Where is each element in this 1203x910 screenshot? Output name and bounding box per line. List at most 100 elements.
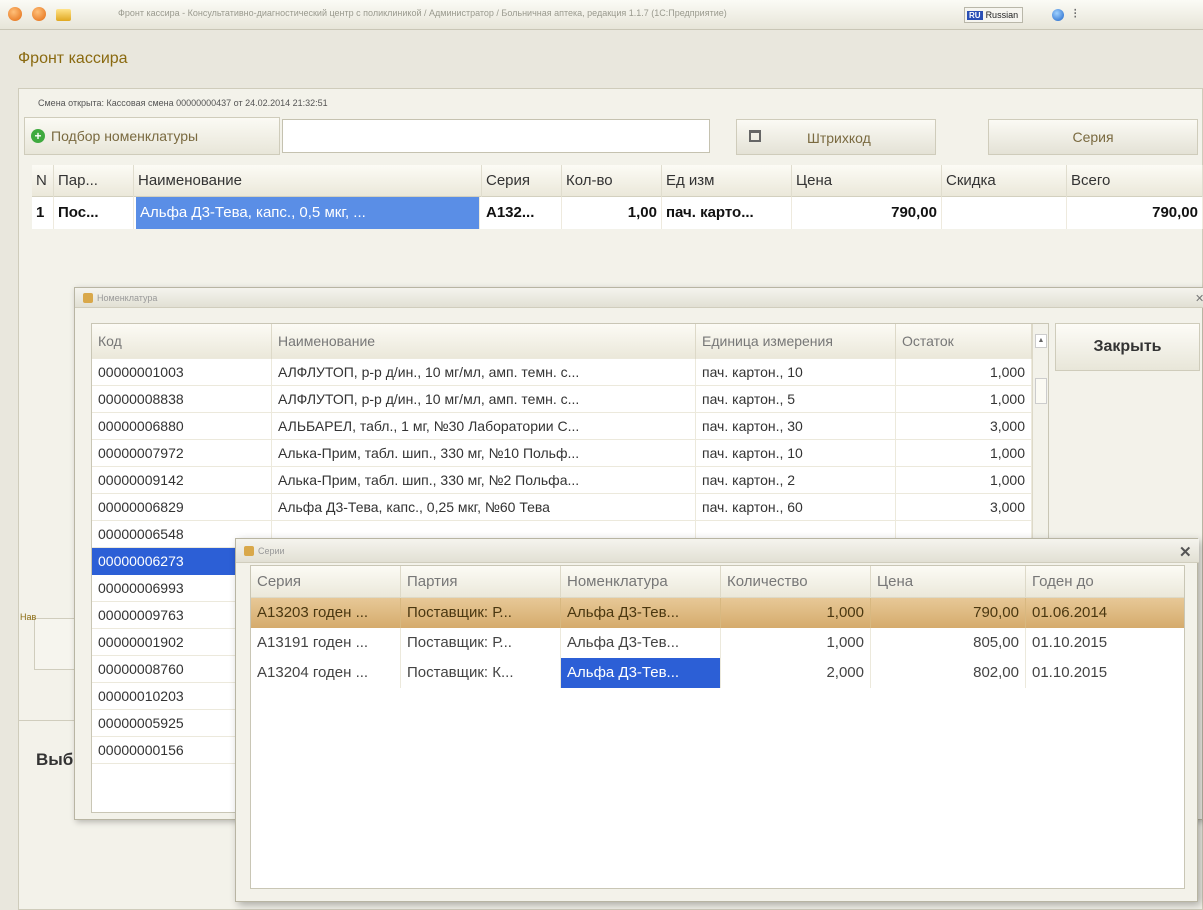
more-icon[interactable]: ⁝ [1073,5,1077,22]
column-header[interactable]: Номенклатура [561,566,721,598]
column-header[interactable]: Ед изм [662,165,792,197]
discount-cell[interactable] [942,197,1067,229]
table-row[interactable]: 00000006880 АЛЬБАРЕЛ, табл., 1 мг, №30 Ла… [92,413,1032,440]
stock-cell[interactable]: 3,000 [896,413,1032,440]
expiry-cell[interactable]: 01.10.2015 [1026,628,1184,658]
name-cell[interactable]: Альфа Д3-Тева, капс., 0,25 мкг, №60 Тева [272,494,696,521]
series-window-titlebar[interactable]: Серии ✕ [236,539,1199,563]
pick-nomenclature-button[interactable]: + Подбор номенклатуры [24,117,280,155]
scroll-thumb[interactable] [1035,378,1047,404]
stock-cell[interactable]: 3,000 [896,494,1032,521]
series-cell[interactable]: A132... [482,197,562,229]
column-header[interactable]: Всего [1067,165,1203,197]
code-cell[interactable]: 00000009142 [92,467,272,494]
price-cell[interactable]: 805,00 [871,628,1026,658]
column-header[interactable]: Код [92,324,272,359]
column-header[interactable]: Скидка [942,165,1067,197]
name-cell[interactable]: АЛФЛУТОП, р-р д/ин., 10 мг/мл, амп. темн… [272,359,696,386]
back-icon[interactable] [8,7,22,21]
code-cell[interactable]: 00000007972 [92,440,272,467]
nomenclature-cell[interactable]: Альфа Д3-Тев... [561,598,721,628]
batch-cell[interactable]: Поставщик: Р... [401,628,561,658]
table-row[interactable]: 00000007972 Алька-Прим, табл. шип., 330 м… [92,440,1032,467]
table-row[interactable]: A13204 годен ... Поставщик: К... Альфа Д3-… [251,658,1184,688]
window-icon [83,293,93,303]
close-icon[interactable]: ✕ [1179,543,1192,561]
series-cell[interactable]: A13203 годен ... [251,598,401,628]
quantity-cell[interactable]: 2,000 [721,658,871,688]
close-icon[interactable]: ✕ [1195,292,1203,305]
stock-cell[interactable]: 1,000 [896,440,1032,467]
unit-cell[interactable]: пач. картон., 5 [696,386,896,413]
name-cell[interactable]: Алька-Прим, табл. шип., 330 мг, №10 Поль… [272,440,696,467]
row-number: 1 [32,197,54,229]
unit-cell[interactable]: пач. картон., 2 [696,467,896,494]
pick-nomenclature-label: Подбор номенклатуры [51,128,199,144]
close-button[interactable]: Закрыть [1055,323,1200,371]
column-header[interactable]: Кол-во [562,165,662,197]
table-row[interactable]: 00000001003 АЛФЛУТОП, р-р д/ин., 10 мг/мл… [92,359,1032,386]
stock-cell[interactable]: 1,000 [896,467,1032,494]
expiry-cell[interactable]: 01.06.2014 [1026,598,1184,628]
nomenclature-cell[interactable]: Альфа Д3-Тев... [561,628,721,658]
code-cell[interactable]: 00000001003 [92,359,272,386]
price-cell[interactable]: 790,00 [792,197,942,229]
column-header[interactable]: Партия [401,566,561,598]
name-cell[interactable]: АЛЬБАРЕЛ, табл., 1 мг, №30 Лаборатории С… [272,413,696,440]
batch-cell[interactable]: Поставщик: К... [401,658,561,688]
scroll-up-icon[interactable]: ▲ [1035,334,1047,348]
total-cell[interactable]: 790,00 [1067,197,1203,229]
series-button[interactable]: Серия [988,119,1198,155]
series-cell[interactable]: A13191 годен ... [251,628,401,658]
name-cell[interactable]: АЛФЛУТОП, р-р д/ин., 10 мг/мл, амп. темн… [272,386,696,413]
language-indicator[interactable]: RU Russian [964,7,1024,23]
column-header[interactable]: Серия [251,566,401,598]
unit-cell[interactable]: пач. картон., 10 [696,440,896,467]
barcode-button[interactable]: Штрихкод [736,119,936,155]
name-cell[interactable]: Алька-Прим, табл. шип., 330 мг, №2 Польф… [272,467,696,494]
column-header[interactable]: Пар... [54,165,134,197]
code-cell[interactable]: 00000008838 [92,386,272,413]
forward-icon[interactable] [32,7,46,21]
name-cell[interactable]: Альфа Д3-Тева, капс., 0,5 мкг, ... [136,197,480,229]
column-header[interactable]: Наименование [272,324,696,359]
column-header[interactable]: Наименование [134,165,482,197]
column-header[interactable]: Годен до [1026,566,1184,598]
table-row[interactable]: 1 Пос... Альфа Д3-Тева, капс., 0,5 мкг, … [32,197,1203,229]
price-cell[interactable]: 790,00 [871,598,1026,628]
unit-cell[interactable]: пач. картон., 60 [696,494,896,521]
expiry-cell[interactable]: 01.10.2015 [1026,658,1184,688]
code-cell[interactable]: 00000006880 [92,413,272,440]
favorites-icon[interactable] [56,9,71,21]
column-header[interactable]: Цена [871,566,1026,598]
globe-icon[interactable] [1052,9,1064,21]
table-row[interactable]: 00000008838 АЛФЛУТОП, р-р д/ин., 10 мг/мл… [92,386,1032,413]
nomenclature-cell[interactable]: Альфа Д3-Тев... [561,658,721,688]
quantity-cell[interactable]: 1,000 [721,628,871,658]
price-cell[interactable]: 802,00 [871,658,1026,688]
column-header[interactable]: Серия [482,165,562,197]
table-row[interactable]: A13191 годен ... Поставщик: Р... Альфа Д3-… [251,628,1184,658]
column-header[interactable]: Количество [721,566,871,598]
column-header[interactable]: Цена [792,165,942,197]
batch-cell[interactable]: Пос... [54,197,134,229]
unit-cell[interactable]: пач. картон., 10 [696,359,896,386]
table-row[interactable]: 00000009142 Алька-Прим, табл. шип., 330 м… [92,467,1032,494]
table-header-row: N Пар... Наименование Серия Кол-во Ед из… [32,165,1203,197]
nomenclature-window-titlebar[interactable]: Номенклатура ✕ [75,288,1203,308]
table-row[interactable]: 00000006829 Альфа Д3-Тева, капс., 0,25 мк… [92,494,1032,521]
table-row[interactable]: A13203 годен ... Поставщик: Р... Альфа Д3-… [251,598,1184,628]
column-header[interactable]: Остаток [896,324,1032,359]
column-header[interactable]: Единица измерения [696,324,896,359]
unit-cell[interactable]: пач. карто... [662,197,792,229]
code-cell[interactable]: 00000006829 [92,494,272,521]
search-input[interactable] [282,119,710,153]
stock-cell[interactable]: 1,000 [896,359,1032,386]
quantity-cell[interactable]: 1,000 [721,598,871,628]
column-header[interactable]: N [32,165,54,197]
unit-cell[interactable]: пач. картон., 30 [696,413,896,440]
series-cell[interactable]: A13204 годен ... [251,658,401,688]
batch-cell[interactable]: Поставщик: Р... [401,598,561,628]
stock-cell[interactable]: 1,000 [896,386,1032,413]
quantity-cell[interactable]: 1,00 [562,197,662,229]
